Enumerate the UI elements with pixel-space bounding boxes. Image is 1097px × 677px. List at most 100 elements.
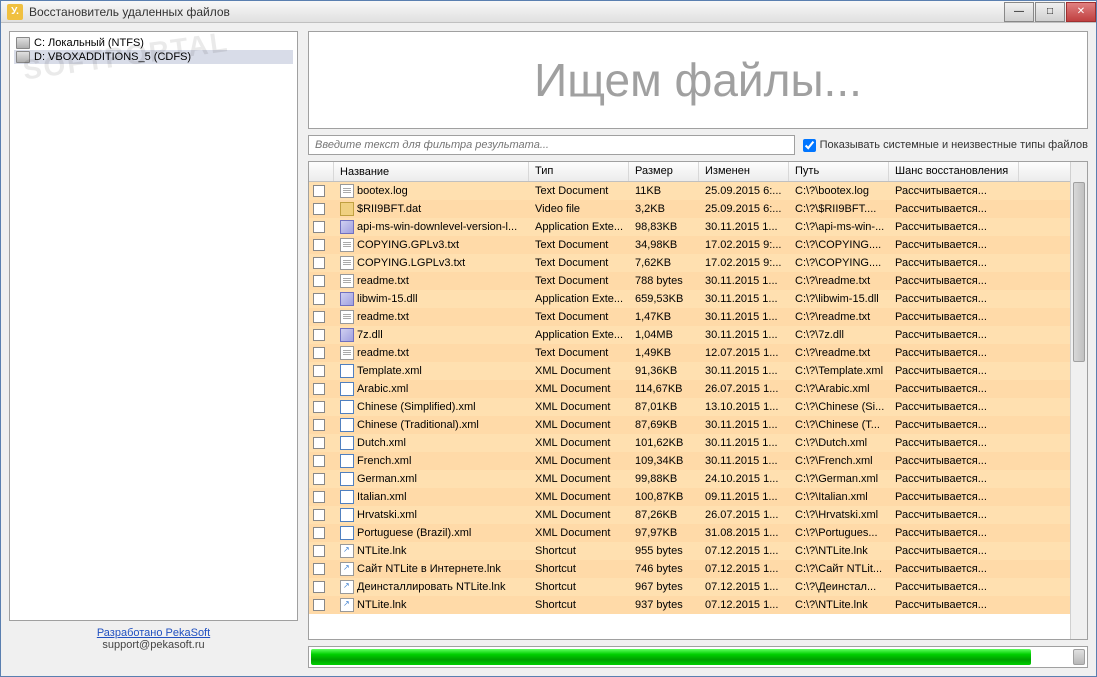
table-row[interactable]: libwim-15.dllApplication Exte...659,53KB… [309, 290, 1070, 308]
file-icon [340, 598, 354, 612]
drive-item[interactable]: D: VBOXADDITIONS_5 (CDFS) [14, 50, 293, 64]
row-checkbox[interactable] [313, 383, 325, 395]
row-checkbox[interactable] [313, 347, 325, 359]
table-row[interactable]: readme.txtText Document788 bytes30.11.20… [309, 272, 1070, 290]
maximize-button[interactable]: □ [1035, 2, 1065, 22]
file-chance: Рассчитывается... [889, 346, 1019, 360]
file-size: 659,53KB [629, 292, 699, 306]
table-row[interactable]: bootex.logText Document11KB25.09.2015 6:… [309, 182, 1070, 200]
table-row[interactable]: 7z.dllApplication Exte...1,04MB30.11.201… [309, 326, 1070, 344]
file-size: 7,62KB [629, 256, 699, 270]
titlebar[interactable]: У. Восстановитель удаленных файлов — □ ✕ [1, 1, 1096, 23]
drive-tree[interactable]: C: Локальный (NTFS)D: VBOXADDITIONS_5 (C… [9, 31, 298, 621]
table-row[interactable]: Dutch.xmlXML Document101,62KB30.11.2015 … [309, 434, 1070, 452]
file-modified: 30.11.2015 1... [699, 328, 789, 342]
file-size: 3,2KB [629, 202, 699, 216]
table-row[interactable]: api-ms-win-downlevel-version-l...Applica… [309, 218, 1070, 236]
file-modified: 07.12.2015 1... [699, 598, 789, 612]
file-chance: Рассчитывается... [889, 382, 1019, 396]
row-checkbox[interactable] [313, 257, 325, 269]
scrollbar-thumb[interactable] [1073, 182, 1085, 362]
table-row[interactable]: French.xmlXML Document109,34KB30.11.2015… [309, 452, 1070, 470]
file-size: 87,69KB [629, 418, 699, 432]
table-row[interactable]: NTLite.lnkShortcut937 bytes07.12.2015 1.… [309, 596, 1070, 614]
file-type: Text Document [529, 184, 629, 198]
file-path: C:\?\Chinese (T... [789, 418, 889, 432]
col-modified[interactable]: Изменен [699, 162, 789, 181]
row-checkbox[interactable] [313, 419, 325, 431]
vertical-scrollbar[interactable] [1070, 162, 1087, 639]
table-row[interactable]: readme.txtText Document1,49KB12.07.2015 … [309, 344, 1070, 362]
row-checkbox[interactable] [313, 581, 325, 593]
col-name[interactable]: Название [334, 162, 529, 181]
file-icon [340, 202, 354, 216]
show-system-checkbox[interactable] [803, 139, 816, 152]
file-name: $RII9BFT.dat [357, 203, 421, 215]
row-checkbox[interactable] [313, 545, 325, 557]
row-checkbox[interactable] [313, 329, 325, 341]
table-row[interactable]: $RII9BFT.datVideo file3,2KB25.09.2015 6:… [309, 200, 1070, 218]
table-row[interactable]: COPYING.LGPLv3.txtText Document7,62KB17.… [309, 254, 1070, 272]
table-row[interactable]: Template.xmlXML Document91,36KB30.11.201… [309, 362, 1070, 380]
col-path[interactable]: Путь [789, 162, 889, 181]
row-checkbox[interactable] [313, 509, 325, 521]
close-button[interactable]: ✕ [1066, 2, 1096, 22]
table-row[interactable]: Деинсталлировать NTLite.lnkShortcut967 b… [309, 578, 1070, 596]
file-chance: Рассчитывается... [889, 220, 1019, 234]
col-chance[interactable]: Шанс восстановления [889, 162, 1019, 181]
table-row[interactable]: readme.txtText Document1,47KB30.11.2015 … [309, 308, 1070, 326]
filter-input[interactable] [308, 135, 795, 155]
col-type[interactable]: Тип [529, 162, 629, 181]
row-checkbox[interactable] [313, 221, 325, 233]
row-checkbox[interactable] [313, 311, 325, 323]
table-row[interactable]: Сайт NTLite в Интернете.lnkShortcut746 b… [309, 560, 1070, 578]
file-icon [340, 220, 354, 234]
file-chance: Рассчитывается... [889, 436, 1019, 450]
file-type: XML Document [529, 382, 629, 396]
file-type: Shortcut [529, 562, 629, 576]
row-checkbox[interactable] [313, 437, 325, 449]
row-checkbox[interactable] [313, 293, 325, 305]
file-size: 114,67KB [629, 382, 699, 396]
row-checkbox[interactable] [313, 401, 325, 413]
row-checkbox[interactable] [313, 185, 325, 197]
col-size[interactable]: Размер [629, 162, 699, 181]
minimize-button[interactable]: — [1004, 2, 1034, 22]
row-checkbox[interactable] [313, 239, 325, 251]
table-row[interactable]: Portuguese (Brazil).xmlXML Document97,97… [309, 524, 1070, 542]
file-type: Application Exte... [529, 328, 629, 342]
file-path: C:\?\Arabic.xml [789, 382, 889, 396]
row-checkbox[interactable] [313, 455, 325, 467]
row-checkbox[interactable] [313, 491, 325, 503]
drive-item[interactable]: C: Локальный (NTFS) [14, 36, 293, 50]
table-row[interactable]: Arabic.xmlXML Document114,67KB26.07.2015… [309, 380, 1070, 398]
file-chance: Рассчитывается... [889, 400, 1019, 414]
file-path: C:\?\Hrvatski.xml [789, 508, 889, 522]
row-checkbox[interactable] [313, 599, 325, 611]
table-row[interactable]: Hrvatski.xmlXML Document87,26KB26.07.201… [309, 506, 1070, 524]
file-type: Text Document [529, 346, 629, 360]
file-icon [340, 256, 354, 270]
row-checkbox[interactable] [313, 365, 325, 377]
file-chance: Рассчитывается... [889, 238, 1019, 252]
file-modified: 09.11.2015 1... [699, 490, 789, 504]
table-row[interactable]: Chinese (Simplified).xmlXML Document87,0… [309, 398, 1070, 416]
show-system-checkbox-row[interactable]: Показывать системные и неизвестные типы … [803, 139, 1088, 152]
row-checkbox[interactable] [313, 203, 325, 215]
row-checkbox[interactable] [313, 563, 325, 575]
table-row[interactable]: Italian.xmlXML Document100,87KB09.11.201… [309, 488, 1070, 506]
file-modified: 07.12.2015 1... [699, 580, 789, 594]
file-path: C:\?\Dutch.xml [789, 436, 889, 450]
support-email: support@pekasoft.ru [102, 639, 204, 651]
row-checkbox[interactable] [313, 527, 325, 539]
file-modified: 30.11.2015 1... [699, 310, 789, 324]
table-row[interactable]: COPYING.GPLv3.txtText Document34,98KB17.… [309, 236, 1070, 254]
table-row[interactable]: German.xmlXML Document99,88KB24.10.2015 … [309, 470, 1070, 488]
file-name: Hrvatski.xml [357, 509, 417, 521]
table-row[interactable]: Chinese (Traditional).xmlXML Document87,… [309, 416, 1070, 434]
row-checkbox[interactable] [313, 275, 325, 287]
developer-link[interactable]: Разработано PekaSoft [97, 627, 210, 639]
table-row[interactable]: NTLite.lnkShortcut955 bytes07.12.2015 1.… [309, 542, 1070, 560]
file-path: C:\?\Chinese (Si... [789, 400, 889, 414]
row-checkbox[interactable] [313, 473, 325, 485]
